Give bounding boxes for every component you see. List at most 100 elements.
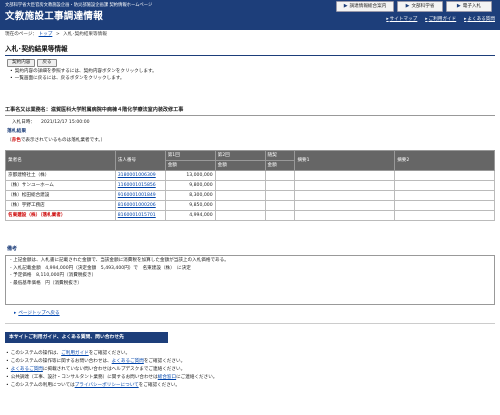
guide-item: このシステムの利用についてはプライバシーポリシーについてをご確認ください。 [6, 383, 217, 389]
help-desk-link[interactable]: 総合窓口 [158, 375, 176, 380]
empty-cell [264, 210, 296, 221]
back-button[interactable]: 戻る [37, 59, 57, 67]
empty-cell [394, 210, 495, 221]
empty-cell [294, 190, 396, 201]
bid-date-value: 2021/12/17 15:00:00 [40, 120, 90, 125]
faq-link[interactable]: よくあるご質問 [11, 367, 43, 372]
round2-header: 第2回 [214, 150, 266, 161]
site-subtitle: 文部科学省大臣官房文教施設企画・防災部施設企画課 契約情報ホームページ [5, 3, 153, 8]
header-links: ▸サイトマップ ▸ご利用ガイド ▸よくある質問 [386, 17, 495, 23]
remark-line: - 最低基準価格 円（消費税抜き） [10, 281, 83, 287]
guide-link[interactable]: ご利用ガイド [61, 351, 89, 356]
guide-list: このシステムの操作は、ご利用ガイドをご確認ください。 このシステムの操作等に関す… [6, 351, 218, 391]
amount-header: 金額 [264, 160, 296, 171]
table-row: 京都建物社土（株） 3180001006309 13,000,000 [5, 170, 495, 181]
remark-line: - 入札記載金額 4,994,000円（決定金額 5,493,400円）で 名東… [10, 265, 191, 271]
guide-item: よくあるご質問に掲載されていない問い合わせはヘルプデスクまでご連絡ください。 [6, 367, 217, 373]
remark-line: - 予定価格 8,110,000円（消費税抜き） [10, 273, 97, 279]
page-top-link[interactable]: ▸ ページトップへ戻る [14, 311, 60, 317]
project-divider [5, 115, 495, 116]
bid-date-label: 入札日時： [12, 120, 35, 125]
footer-divider [5, 323, 495, 324]
instructions-list: 契約内容の詳細を参照するには、契約内容ボタンをクリックします。 一覧画面に戻るに… [10, 69, 157, 82]
empty-cell [214, 210, 266, 221]
table-row: （株）松田総合建設 9160001001849 8,300,000 [5, 190, 495, 201]
corp-no-link[interactable]: 8160001000206 [114, 200, 166, 211]
site-title[interactable]: 文教施設工事調達情報 [5, 11, 103, 23]
company-cell: （株）宇野工務店 [5, 200, 116, 211]
arrow-right-icon: ▶ [405, 3, 410, 10]
breadcrumb-current: 入札･契約結果等情報 [63, 32, 107, 37]
table-row: （株）宇野工務店 8160001000206 9,850,000 [5, 200, 495, 211]
faq-link[interactable]: ▸よくある質問 [464, 17, 495, 23]
sitemap-link[interactable]: ▸サイトマップ [386, 17, 417, 23]
instruction-item: 契約内容の詳細を参照するには、契約内容ボタンをクリックします。 [10, 69, 157, 75]
company-cell: 京都建物社土（株） [5, 170, 116, 181]
remarks-label: 備考 [7, 246, 18, 252]
site-header: 文部科学省大臣官房文教施設企画・防災部施設企画課 契約情報ホームページ 文教施設… [0, 0, 500, 30]
privacy-policy-link[interactable]: プライバシーポリシーについて [75, 383, 139, 388]
ebid-label: 電子入札 [462, 3, 482, 9]
empty-cell [294, 200, 396, 211]
guide-item: このシステムの操作は、ご利用ガイドをご確認ください。 [6, 351, 217, 357]
amount-cell: 4,994,000 [164, 210, 216, 221]
empty-cell [294, 210, 396, 221]
procurement-info-label: 調達情報総合案内 [349, 3, 387, 9]
remark-line: - 上記金額は、入札書に記載された金額で、当該金額に消費税を加算した金額が当該上… [10, 258, 229, 263]
amount-header: 金額 [214, 160, 266, 171]
arrow-right-icon: ▸ [386, 17, 389, 22]
guide-item: このシステムの操作等に関するお問い合わせは、よくあるご質問をご確認ください。 [6, 359, 217, 365]
empty-cell [394, 170, 495, 181]
empty-cell [294, 180, 396, 191]
empty-cell [214, 180, 266, 191]
title-divider [5, 55, 495, 56]
guide-section-title: 本サイトご利用ガイド、よくある質問、問い合わせ先 [5, 332, 168, 343]
corp-no-link[interactable]: 8160001015701 [114, 210, 166, 221]
winner-company-cell: 名東建設（株）（落札業者） [5, 210, 116, 221]
corp-no-link[interactable]: 1160001015856 [114, 180, 166, 191]
faq-link[interactable]: よくあるご質問 [112, 359, 144, 364]
empty-cell [394, 200, 495, 211]
breadcrumb-prefix: 現在のページ： [5, 32, 38, 37]
free-contract-header: 随契 [264, 150, 296, 161]
corp-no-link[interactable]: 3180001006309 [114, 170, 166, 181]
empty-cell [214, 200, 266, 211]
results-section-label: 落札結果 [7, 129, 27, 134]
arrow-right-icon: ▶ [343, 3, 348, 10]
mext-label: 文部科学省 [411, 3, 435, 9]
breadcrumb: 現在のページ： トップ > 入札･契約結果等情報 [5, 32, 107, 38]
empty-cell [394, 180, 495, 191]
ebid-button[interactable]: ▶ 電子入札 [446, 1, 492, 12]
empty-cell [214, 170, 266, 181]
winner-note: （赤色で表示されているものは落札業者です。） [7, 138, 106, 143]
corp-no-header: 法人番号 [114, 150, 166, 171]
breadcrumb-top-link[interactable]: トップ [39, 32, 53, 37]
amount-cell: 8,300,000 [164, 190, 216, 201]
breadcrumb-separator-icon: > [55, 32, 60, 37]
empty-cell [394, 190, 495, 201]
remark2-header: 摘要2 [394, 150, 495, 171]
empty-cell [214, 190, 266, 201]
project-name: 工事名又は業務名：滋賀医科大学附属病院中病棟４階化学療法室内装改修工事 [5, 107, 184, 113]
arrow-right-icon: ▸ [425, 17, 428, 22]
empty-cell [264, 200, 296, 211]
empty-cell [294, 170, 396, 181]
winner-color-text: 赤色 [11, 138, 21, 143]
guide-link[interactable]: ▸ご利用ガイド [425, 17, 456, 23]
amount-cell: 13,000,000 [164, 170, 216, 181]
company-cell: （株）松田総合建設 [5, 190, 116, 201]
table-row: （株）サンユーホーム 1160001015856 9,800,000 [5, 180, 495, 191]
winner-row: 名東建設（株）（落札業者） 8160001015701 4,994,000 [5, 210, 495, 221]
empty-cell [264, 190, 296, 201]
mext-button[interactable]: ▶ 文部科学省 [397, 1, 443, 12]
procurement-info-button[interactable]: ▶ 調達情報総合案内 [336, 1, 394, 12]
arrow-right-icon: ▶ [456, 3, 461, 10]
round1-header: 第1回 [164, 150, 216, 161]
arrow-right-icon: ▸ [14, 311, 17, 316]
instruction-item: 一覧画面に戻るには、戻るボタンをクリックします。 [10, 76, 157, 82]
page-title: 入札･契約結果等情報 [5, 45, 68, 53]
company-header: 業者名 [5, 150, 116, 171]
contract-details-button[interactable]: 契約内容 [7, 59, 36, 67]
amount-header: 金額 [164, 160, 216, 171]
corp-no-link[interactable]: 9160001001849 [114, 190, 166, 201]
